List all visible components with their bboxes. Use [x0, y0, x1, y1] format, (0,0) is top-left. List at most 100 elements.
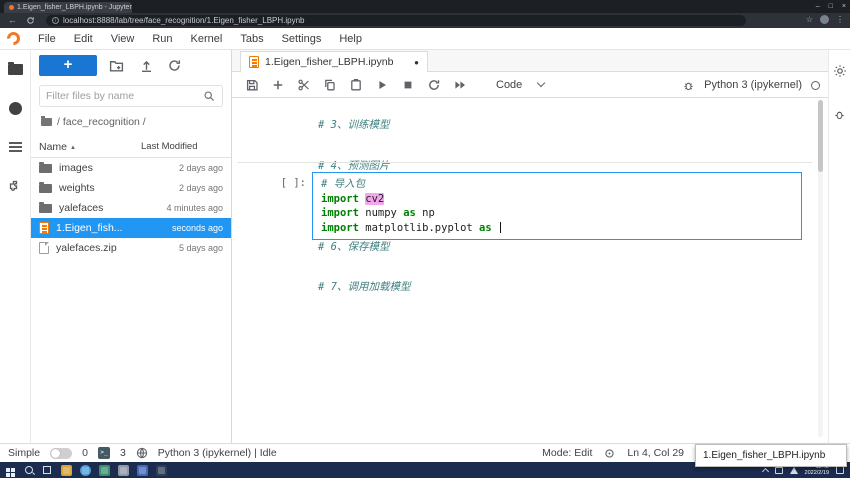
new-folder-icon[interactable] [109, 58, 124, 73]
chevron-down-icon [537, 78, 545, 86]
notebook-scroll-area[interactable]: # 3、训练模型 # 4、预测图片 # 5、评估测试数据集 # 6、保存模型 #… [232, 98, 828, 443]
file-row-notebook-selected[interactable]: 1.Eigen_fish... seconds ago [31, 218, 231, 238]
browser-menu-icon[interactable]: ⋮ [836, 15, 844, 24]
code-keyword: import [321, 207, 365, 219]
cut-cells-button[interactable] [296, 77, 311, 92]
run-cell-button[interactable] [374, 77, 389, 92]
browser-tab-title: 1.Eigen_fisher_LBPH.ipynb - JupyterLab [17, 4, 132, 11]
upload-icon[interactable] [139, 58, 154, 73]
code-keyword: as [473, 222, 498, 234]
cell-editor[interactable]: # 导入包 import cv2 import numpy as np impo… [312, 172, 802, 240]
refresh-file-list-icon[interactable] [167, 58, 182, 73]
taskbar-app-icon[interactable] [156, 465, 167, 476]
table-of-contents-icon[interactable] [9, 142, 22, 152]
new-launcher-button[interactable]: + [39, 55, 97, 76]
menu-settings[interactable]: Settings [273, 33, 331, 45]
interrupt-kernel-button[interactable] [400, 77, 415, 92]
simple-mode-toggle[interactable] [50, 448, 72, 459]
copy-cells-button[interactable] [322, 77, 337, 92]
taskbar-app-icon[interactable] [118, 465, 129, 476]
url-field[interactable]: i localhost:8888/lab/tree/face_recogniti… [46, 15, 746, 26]
task-view-icon[interactable] [43, 466, 51, 474]
menu-bar: File Edit View Run Kernel Tabs Settings … [0, 28, 850, 50]
filename-tooltip: 1.Eigen_fisher_LBPH.ipynb [695, 444, 847, 467]
file-name: images [59, 162, 93, 174]
file-browser-panel: + / face_recognition / Name▲ [30, 50, 232, 443]
notebook-tab[interactable]: 1.Eigen_fisher_LBPH.ipynb ● [240, 51, 428, 72]
restart-run-all-button[interactable] [452, 77, 467, 92]
file-list: images 2 days ago weights 2 days ago yal… [31, 158, 231, 258]
column-last-modified[interactable]: Last Modified [141, 141, 198, 152]
window-close-icon[interactable]: × [842, 3, 846, 10]
notebook-scrollbar[interactable] [818, 100, 823, 437]
document-tab-bar: 1.Eigen_fisher_LBPH.ipynb ● [232, 50, 828, 72]
file-row-weights[interactable]: weights 2 days ago [31, 178, 231, 198]
restart-kernel-button[interactable] [426, 77, 441, 92]
code-keyword: import [321, 193, 365, 205]
taskbar-app-icon[interactable] [61, 465, 72, 476]
code-comment: # 3、训练模型 [318, 119, 421, 133]
menu-help[interactable]: Help [330, 33, 371, 45]
taskbar-app-icon[interactable] [137, 465, 148, 476]
kernel-name[interactable]: Python 3 (ipykernel) [704, 79, 802, 91]
taskbar-app-icon[interactable] [80, 465, 91, 476]
debugger-sidebar-icon[interactable] [833, 108, 846, 121]
file-name: yalefaces [59, 202, 103, 214]
browser-avatar[interactable] [820, 15, 829, 24]
refresh-icon[interactable] [26, 16, 35, 25]
cursor-position[interactable]: Ln 4, Col 29 [627, 447, 684, 459]
site-info-icon[interactable]: i [52, 17, 59, 24]
jupyter-favicon-icon [9, 5, 14, 10]
extensions-puzzle-icon[interactable] [8, 179, 22, 193]
menu-run[interactable]: Run [143, 33, 181, 45]
code-comment: # 7、调用加载模型 [318, 281, 421, 295]
kernels-count: 3 [120, 447, 126, 459]
folder-icon [39, 204, 52, 213]
window-minimize-icon[interactable]: – [816, 3, 820, 10]
active-code-cell[interactable]: [ ]: # 导入包 import cv2 import numpy as np… [232, 172, 802, 240]
network-icon[interactable] [790, 467, 798, 474]
browser-tab[interactable]: 1.Eigen_fisher_LBPH.ipynb - JupyterLab × [4, 2, 132, 13]
tray-expand-icon[interactable] [761, 467, 768, 474]
file-row-yalefaces[interactable]: yalefaces 4 minutes ago [31, 198, 231, 218]
file-row-zip[interactable]: yalefaces.zip 5 days ago [31, 238, 231, 258]
taskbar-search-icon[interactable] [25, 466, 33, 474]
kernel-status-text[interactable]: Python 3 (ipykernel) | Idle [158, 447, 277, 459]
menu-file[interactable]: File [29, 33, 65, 45]
jupyter-logo-icon [4, 29, 22, 47]
back-icon[interactable]: ← [8, 16, 17, 25]
property-inspector-icon[interactable] [833, 64, 847, 78]
file-row-images[interactable]: images 2 days ago [31, 158, 231, 178]
code-name: numpy [365, 207, 397, 219]
code-comment: # 6、保存模型 [318, 241, 421, 255]
column-name[interactable]: Name▲ [39, 141, 76, 153]
tray-app-icon[interactable] [775, 467, 783, 474]
terminal-icon[interactable] [98, 447, 110, 459]
notebook-icon [249, 56, 259, 68]
kernel-idle-indicator-icon[interactable] [811, 81, 820, 90]
scrollbar-thumb[interactable] [818, 100, 823, 172]
taskbar-app-icon[interactable] [99, 465, 110, 476]
menu-kernel[interactable]: Kernel [182, 33, 232, 45]
menu-view[interactable]: View [102, 33, 144, 45]
file-filter-box [39, 85, 223, 107]
editor-mode[interactable]: Mode: Edit [542, 447, 592, 459]
code-keyword: as [397, 207, 422, 219]
file-browser-icon[interactable] [8, 64, 23, 75]
globe-icon[interactable] [136, 447, 148, 459]
window-maximize-icon[interactable]: □ [829, 3, 833, 10]
action-center-icon[interactable] [836, 466, 844, 474]
text-cursor [500, 222, 501, 233]
breadcrumb[interactable]: / face_recognition / [41, 116, 146, 128]
cell-type-dropdown[interactable]: Code [496, 79, 544, 91]
start-button-icon[interactable] [6, 468, 10, 472]
menu-edit[interactable]: Edit [65, 33, 102, 45]
insert-cell-button[interactable] [270, 77, 285, 92]
bookmark-star-icon[interactable]: ☆ [806, 15, 813, 24]
save-button[interactable] [244, 77, 259, 92]
paste-cells-button[interactable] [348, 77, 363, 92]
debugger-bug-icon[interactable] [682, 79, 695, 92]
running-sessions-icon[interactable] [9, 102, 22, 115]
file-filter-input[interactable] [46, 90, 203, 102]
menu-tabs[interactable]: Tabs [231, 33, 272, 45]
